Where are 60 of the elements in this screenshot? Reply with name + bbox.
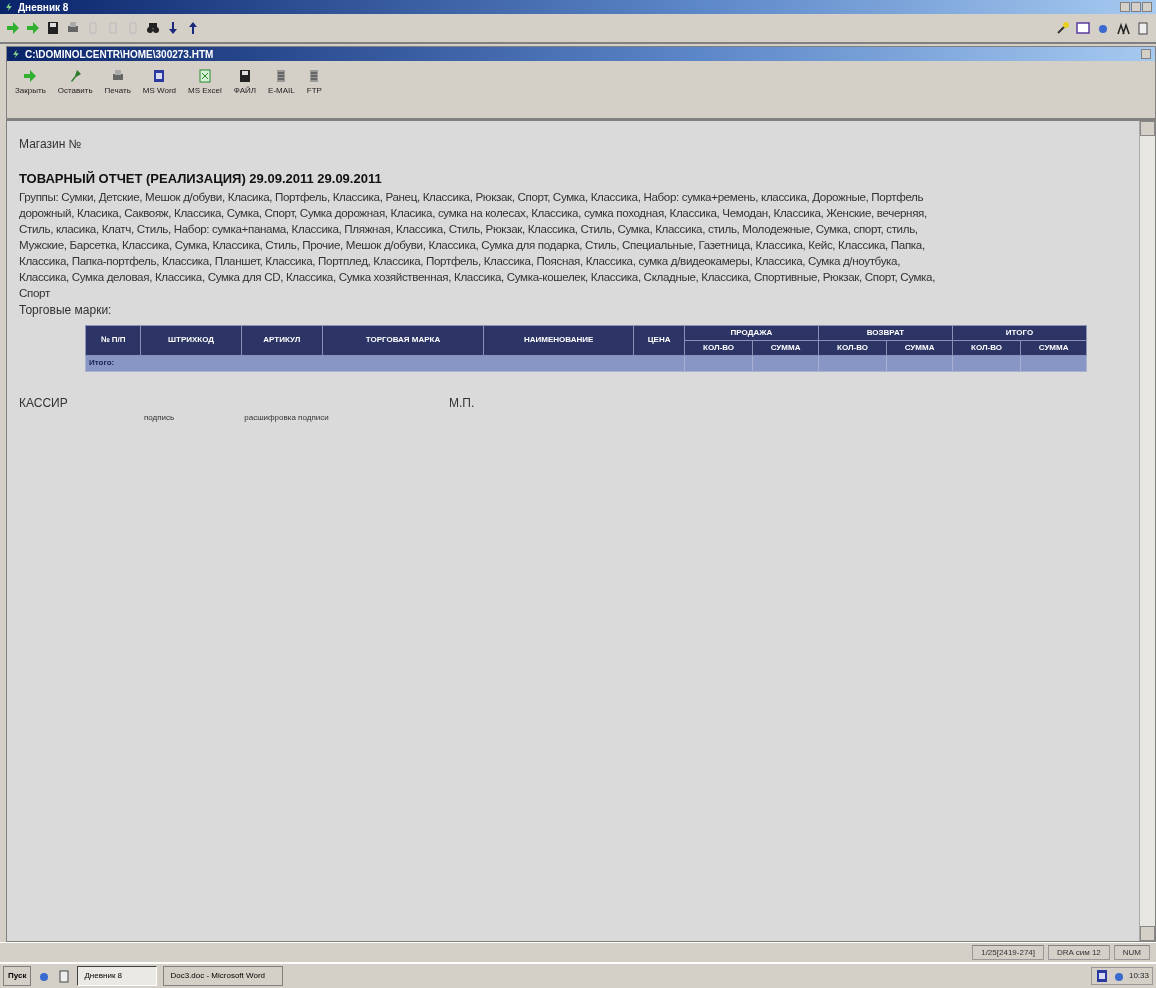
signature-label: подпись (144, 411, 175, 424)
groups-text: Группы: Сумки, Детские, Мешок д/обуви, Класика, Портфель, Классика, Ранец, Классика, Рюкзак, Спорт, Сумка, Классика, Набор: сумка+ремень, классика, Дорожные, Портфель дорожный, Класика, Саквояж, Классика, Сумка, Спорт, Сумка дорожная, Класика, сумка на колесах, Классика, сумка походная, Классика, Чемодан, Классика, Женские, вечерняя, Стиль, класика, Клатч, Стиль, Набор: сумка+панама, Классика, Пляжная, Классика, Стиль, Рюкзак, Классика, Стиль, Сумка, Классика, стиль, Молодежные, Сумка, спорт, стиль, Мужские, Барсетка, Классика, Сумка, Классика, Стиль, Прочие, Мешок д/обуви, Классика, Сумка для подарка, Стиль, Специальные, Газетница, Классика, Кейс, Классика, Папка, Классика, Папка-портфель, Классика, Планшет, Классика, Портплед, Классика, Портфель, Классика, Поясная, Классика, сумка д/видеокамеры, Классика, Сумка д/ноутбука, Классика, Сумка деловая, Классика, Сумка для CD, Классика, Сумка хозяйственная, Классика, Сумка-кошелек, Классика, Складные, Классика, Спортивные, Рюкзак, Спорт, Сумка, Спорт (19, 188, 937, 301)
page-icon[interactable] (1136, 21, 1150, 35)
column-header: ПРОДАЖА (684, 325, 819, 340)
column-header: ИТОГО (952, 325, 1087, 340)
toolbar-button[interactable]: ФАЙЛ (231, 69, 259, 97)
toolbar-button[interactable]: Закрыть (13, 69, 48, 97)
column-header: ЦЕНА (633, 325, 685, 355)
signature-decode-label: расшифровка подписи (244, 411, 329, 424)
window-title: Дневник 8 (18, 0, 69, 15)
arrow-icon[interactable] (26, 21, 40, 35)
start-button[interactable]: Пуск (3, 966, 32, 986)
scroll-up-button[interactable] (1140, 121, 1155, 136)
column-header: ШТРИХКОД (140, 325, 242, 355)
printer-icon (110, 69, 125, 83)
binoculars-icon[interactable] (146, 21, 160, 35)
store-label: Магазин № (19, 136, 83, 153)
toolbar-button[interactable]: E-MAIL (266, 69, 297, 97)
floppy-icon (237, 69, 252, 83)
document-icon[interactable] (1094, 969, 1109, 983)
toolbar-button[interactable]: MS Word (140, 69, 179, 97)
arrow-icon (23, 69, 38, 83)
document-title: C:\DOMINOLCENTR\HOME\300273.HTM (25, 47, 214, 62)
floppy-icon[interactable] (46, 21, 60, 35)
toolbar-button[interactable]: MS Excel (186, 69, 224, 97)
column-header: НАИМЕНОВАНИЕ (483, 325, 634, 355)
minimize-button[interactable] (1120, 2, 1130, 12)
document-icon (152, 69, 167, 83)
pin-icon (68, 69, 83, 83)
app-icon (4, 2, 14, 12)
app-icon (11, 49, 21, 59)
scroll-down-button[interactable] (1140, 926, 1155, 941)
down-arrow-icon[interactable] (166, 21, 180, 35)
status-text: NUM (1113, 945, 1150, 960)
spreadsheet-icon (197, 69, 212, 83)
taskbar-button[interactable]: Doc3.doc - Microsoft Word (163, 966, 284, 986)
close-button[interactable] (1142, 2, 1152, 12)
status-text: 1/25[2419-274] (972, 945, 1044, 960)
column-header: АРТИКУЛ (241, 325, 323, 355)
stamp-label: М.П. (449, 394, 475, 412)
toolbar-button[interactable]: Печать (102, 69, 133, 97)
toolbar-button[interactable]: FTP (304, 69, 324, 97)
column-header: ТОРГОВАЯ МАРКА (322, 325, 484, 355)
cashier-label: КАССИР (19, 394, 69, 412)
window-icon[interactable] (1076, 21, 1090, 35)
taskbar-button[interactable]: Дневник 8 (77, 966, 158, 986)
toolbar-button[interactable]: Оставить (55, 69, 95, 97)
wand-icon[interactable] (1056, 21, 1070, 35)
brands-label: Торговые марки: (19, 301, 113, 319)
report-heading: ТОВАРНЫЙ ОТЧЕТ (РЕАЛИЗАЦИЯ) 29.09.2011 29.09.2011 (19, 170, 383, 188)
arrow-icon[interactable] (6, 21, 20, 35)
close-button[interactable] (1141, 49, 1151, 59)
column-header: № П/П (85, 325, 141, 355)
status-text: DRA сим 12 (1048, 945, 1110, 960)
clock-text: 10:33 (1128, 970, 1149, 982)
printer-icon[interactable] (66, 21, 80, 35)
maximize-button[interactable] (1131, 2, 1141, 12)
page-icon[interactable] (57, 969, 72, 983)
up-arrow-icon[interactable] (186, 21, 200, 35)
column-header: ВОЗВРАТ (818, 325, 953, 340)
